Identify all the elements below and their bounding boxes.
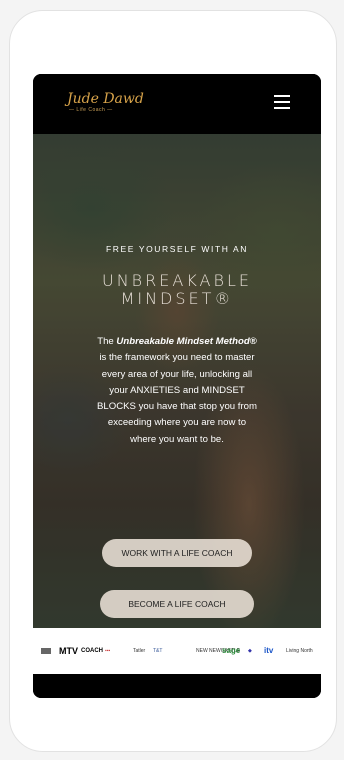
- press-logo-1: [41, 648, 51, 654]
- itv-logo: itv: [264, 646, 274, 655]
- press-logo-badge: ◆: [248, 648, 252, 654]
- tatler-logo: Tatler: [133, 648, 146, 654]
- hero-description: The Unbreakable Mindset Method® is the f…: [97, 334, 257, 448]
- coach-logo: COACH: [81, 648, 103, 654]
- hero-title-line1: UNBREAKABLE: [102, 271, 252, 290]
- press-logo-strip: MTV COACH ▪▪▪ Tatler T&T NEW NEWCASTLE s…: [33, 628, 321, 674]
- hamburger-menu-icon[interactable]: [274, 95, 290, 109]
- hero-title: UNBREAKABLE MINDSET®: [33, 272, 321, 308]
- living-north-logo: Living North: [286, 648, 313, 654]
- hero-description-prefix: The: [97, 336, 117, 347]
- brand-logo[interactable]: Jude Dawd: [67, 92, 144, 106]
- site-header: Jude Dawd — Life Coach —: [33, 74, 321, 134]
- hero-description-bold: Unbreakable Mindset Method®: [116, 336, 257, 347]
- footer-bar: [33, 674, 321, 698]
- tt-logo: T&T: [153, 648, 163, 654]
- brand-logo-subtitle: — Life Coach —: [69, 107, 113, 113]
- hero-title-line2: MINDSET®: [120, 289, 234, 308]
- hero-eyebrow: FREE YOURSELF WITH AN: [105, 244, 249, 254]
- hero-section: FREE YOURSELF WITH AN UNBREAKABLE MINDSE…: [33, 134, 321, 628]
- sage-logo: sage: [222, 646, 241, 655]
- press-logo-3: ▪▪▪: [105, 648, 111, 654]
- work-with-life-coach-button[interactable]: WORK WITH A LIFE COACH: [102, 539, 252, 567]
- become-life-coach-button[interactable]: BECOME A LIFE COACH: [100, 590, 254, 618]
- device-screen: Jude Dawd — Life Coach — FREE YOURSELF W…: [33, 74, 321, 698]
- mtv-logo: MTV: [59, 646, 78, 656]
- hero-description-rest: is the framework you need to master ever…: [97, 352, 257, 445]
